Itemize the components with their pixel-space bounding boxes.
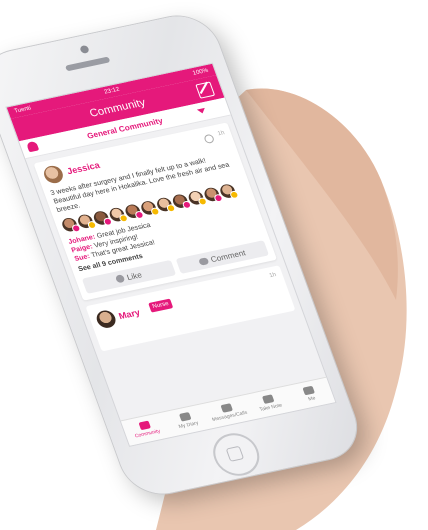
home-button[interactable] — [206, 429, 266, 480]
avatar[interactable] — [94, 308, 119, 330]
reaction-badge-icon — [228, 190, 240, 200]
post-author[interactable]: Jessica — [66, 160, 102, 176]
speech-bubble-icon — [197, 256, 210, 266]
phone-screen: Tuenti 23:12 100% Community General Comm… — [5, 62, 337, 447]
post-time: 1h — [268, 272, 278, 280]
post-author[interactable]: Mary — [117, 307, 141, 321]
tab-label: My Diary — [177, 420, 200, 431]
chevron-down-icon[interactable] — [196, 107, 207, 115]
lightbulb-icon — [261, 394, 275, 405]
nurse-badge: Nurse — [148, 298, 174, 313]
bell-icon[interactable] — [25, 140, 40, 153]
tab-label: Messages/Calls — [211, 409, 249, 423]
tab-me[interactable]: Me — [285, 378, 335, 411]
speaker-grill — [64, 56, 111, 72]
diary-icon — [179, 411, 192, 422]
clock: 23:12 — [103, 86, 121, 96]
like-label: Like — [125, 270, 143, 282]
comment-author[interactable]: Sue: — [74, 253, 91, 263]
profile-icon — [302, 385, 316, 396]
front-camera — [79, 44, 90, 55]
reaction-avatar[interactable] — [60, 216, 82, 233]
smile-icon — [114, 274, 126, 284]
compose-icon[interactable] — [195, 81, 216, 99]
home-square-icon — [225, 445, 245, 462]
tab-label: Take Note — [258, 402, 284, 413]
tab-label: Me — [307, 395, 317, 403]
comment-label: Comment — [209, 247, 247, 264]
carrier-label: Tuenti — [13, 105, 32, 115]
phone-device: Tuenti 23:12 100% Community General Comm… — [0, 9, 367, 501]
tab-label: Community — [134, 428, 162, 440]
chat-icon — [220, 403, 234, 413]
avatar[interactable] — [41, 164, 66, 185]
battery-label: 100% — [192, 67, 210, 77]
people-icon — [138, 420, 151, 431]
